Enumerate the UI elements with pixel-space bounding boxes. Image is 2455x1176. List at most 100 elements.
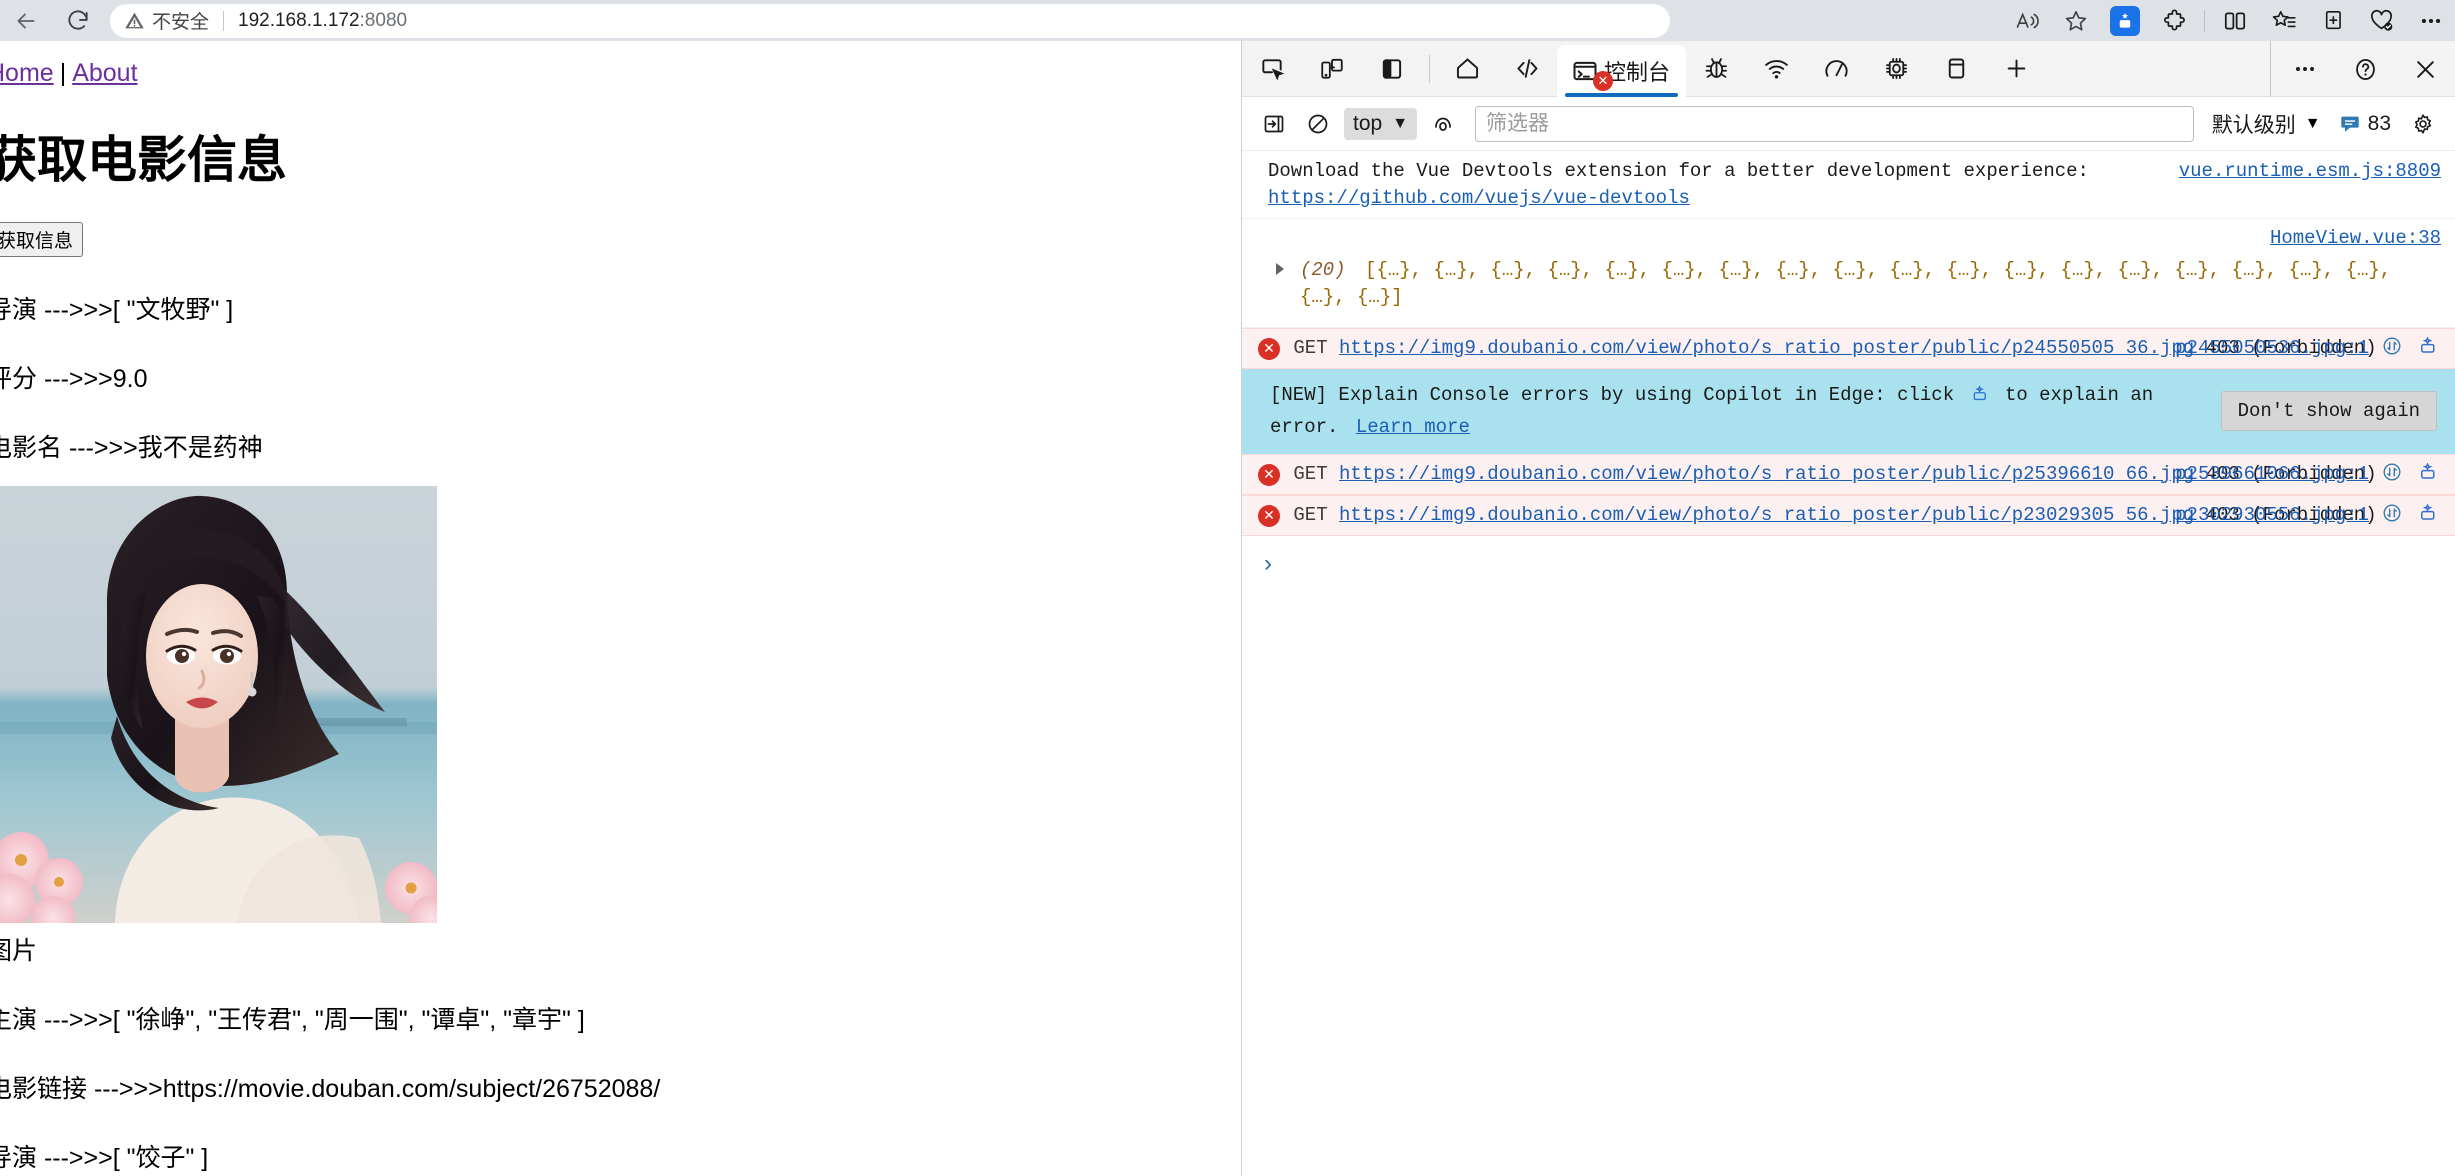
error-source-link[interactable]: p2455050536.jpg:1	[2175, 335, 2369, 362]
error-method: GET	[1293, 503, 1328, 526]
back-arrow-icon[interactable]	[0, 0, 52, 41]
dont-show-again-button[interactable]: Don't show again	[2220, 391, 2437, 432]
not-secure-warning-icon	[124, 10, 145, 31]
console-error-row[interactable]: ✕ GET https://img9.doubanio.com/view/pho…	[1242, 327, 2455, 369]
error-source-link[interactable]: p2539661066.jpg:1	[2175, 461, 2369, 488]
split-screen-icon[interactable]	[2210, 0, 2259, 41]
expand-triangle-icon[interactable]	[1276, 262, 1284, 275]
console-input-prompt[interactable]: ›	[1242, 536, 2455, 584]
memory-chip-icon[interactable]	[1866, 41, 1926, 97]
url-text: 192.168.1.172:8080	[238, 9, 408, 31]
tab-console-label: 控制台	[1604, 59, 1671, 85]
performance-gauge-icon[interactable]	[1806, 41, 1866, 97]
array-preview-row[interactable]: (20) [{…}, {…}, {…}, {…}, {…}, {…}, {…},…	[1254, 247, 2443, 321]
network-wifi-icon[interactable]	[1746, 41, 1806, 97]
poster-label: 图片	[0, 937, 38, 965]
browser-toolbar: 不安全 192.168.1.172:8080	[0, 0, 2455, 41]
source-link-vue-runtime[interactable]: vue.runtime.esm.js:8809	[2179, 158, 2441, 185]
error-circle-icon: ✕	[1258, 504, 1280, 527]
array-preview: [{…}, {…}, {…}, {…}, {…}, {…}, {…}, {…},…	[1300, 258, 2392, 308]
nav-link-about[interactable]: About	[72, 59, 137, 87]
vue-devtools-link[interactable]: https://github.com/vuejs/vue-devtools	[1268, 185, 1690, 212]
favorite-star-icon[interactable]	[2051, 0, 2100, 41]
nav-separator: |	[59, 59, 67, 87]
copilot-explain-icon[interactable]	[2417, 461, 2439, 492]
toolbar-divider	[2204, 9, 2205, 32]
message-count-value: 83	[2367, 111, 2391, 135]
movie-poster-row	[0, 464, 1240, 923]
movie-name-line: 电影名 --->>>我不是药神	[0, 434, 263, 462]
movie-rating-line: 评分 --->>>9.0	[0, 365, 148, 393]
execution-context-value: top	[1353, 111, 1383, 135]
error-method: GET	[1293, 336, 1328, 359]
clear-console-icon[interactable]	[1296, 102, 1340, 146]
learn-more-link[interactable]: Learn more	[1356, 416, 1470, 438]
site-nav: Home|About	[0, 59, 1240, 88]
devtools-tabbar-right	[2270, 41, 2455, 97]
console-error-badge: ✕	[1593, 70, 1613, 91]
copilot-explain-icon[interactable]	[2417, 335, 2439, 366]
fetch-movie-info-button[interactable]: 获取信息	[0, 222, 84, 257]
log-level-selector[interactable]: 默认级别 ▼	[2204, 109, 2329, 139]
tab-console[interactable]: ✕ 控制台	[1557, 44, 1687, 97]
console-sidebar-icon[interactable]	[1252, 102, 1296, 146]
collections-icon[interactable]	[2308, 0, 2357, 41]
add-panel-plus-icon[interactable]	[1986, 41, 2046, 97]
movie-cast-line: 主演 --->>>[ "徐峥", "王传君", "周一围", "谭卓", "章宇…	[0, 1006, 585, 1034]
copilot-hint-text: [NEW] Explain Console errors by using Co…	[1270, 381, 2205, 442]
elements-code-icon[interactable]	[1497, 41, 1557, 97]
console-error-row[interactable]: ✕ GET https://img9.doubanio.com/view/pho…	[1242, 494, 2455, 536]
message-bubble-icon	[2339, 113, 2361, 135]
reveal-in-network-icon[interactable]	[2381, 461, 2403, 492]
web-page-viewport: Home|About 获取电影信息 获取信息 导演 --->>>[ "文牧野" …	[0, 41, 1240, 1176]
live-expression-eye-icon[interactable]	[1421, 102, 1465, 146]
array-length: (20)	[1300, 258, 1346, 281]
copilot-explain-icon[interactable]	[2417, 502, 2439, 533]
movie2-director-line: 导演 --->>>[ "饺子" ]	[0, 1144, 209, 1172]
inspect-element-icon[interactable]	[1242, 41, 1302, 97]
omnibox-divider	[223, 10, 225, 31]
console-error-row[interactable]: ✕ GET https://img9.doubanio.com/view/pho…	[1242, 453, 2455, 495]
browser-toolbar-right	[2002, 0, 2455, 41]
console-filter-input[interactable]	[1475, 105, 2194, 142]
console-settings-gear-icon[interactable]	[2401, 102, 2445, 146]
copilot-hint-banner: [NEW] Explain Console errors by using Co…	[1242, 368, 2455, 454]
error-url[interactable]: https://img9.doubanio.com/view/photo/s_r…	[1339, 337, 2194, 359]
application-storage-icon[interactable]	[1926, 41, 1986, 97]
device-toolbar-icon[interactable]	[1302, 41, 1362, 97]
tabbar-divider	[1429, 54, 1430, 83]
sources-bug-icon[interactable]	[1686, 41, 1746, 97]
settings-more-icon[interactable]	[2406, 0, 2455, 41]
console-message-array[interactable]: HomeView.vue:38 (20) [{…}, {…}, {…}, {…}…	[1242, 219, 2455, 328]
favorites-list-icon[interactable]	[2259, 0, 2308, 41]
reload-icon[interactable]	[52, 0, 104, 41]
error-url[interactable]: https://img9.doubanio.com/view/photo/s_r…	[1339, 463, 2194, 485]
dock-side-icon[interactable]	[1362, 41, 1422, 97]
message-count[interactable]: 83	[2329, 112, 2401, 136]
read-aloud-icon[interactable]	[2002, 0, 2051, 41]
error-source-link[interactable]: p2302930556.jpg:1	[2175, 502, 2369, 529]
error-url[interactable]: https://img9.doubanio.com/view/photo/s_r…	[1339, 504, 2194, 526]
close-devtools-icon[interactable]	[2395, 41, 2455, 97]
devtools-tab-bar: ✕ 控制台	[1242, 41, 2455, 97]
chevron-down-icon: ▼	[1392, 114, 1409, 132]
copilot-icon[interactable]	[2110, 5, 2140, 36]
nav-link-home[interactable]: Home	[0, 59, 54, 87]
tab-active-indicator	[1565, 92, 1679, 97]
page-content: Home|About 获取电影信息 获取信息 导演 --->>>[ "文牧野" …	[0, 41, 1240, 1176]
movie-director-line: 导演 --->>>[ "文牧野" ]	[0, 296, 234, 324]
execution-context-selector[interactable]: top ▼	[1344, 107, 1418, 140]
reveal-in-network-icon[interactable]	[2381, 335, 2403, 366]
error-circle-icon: ✕	[1258, 337, 1280, 360]
address-bar[interactable]: 不安全 192.168.1.172:8080	[110, 3, 1670, 38]
log-level-value: 默认级别	[2211, 113, 2296, 137]
browser-essentials-icon[interactable]	[2357, 0, 2406, 41]
extensions-icon[interactable]	[2150, 0, 2199, 41]
console-message-vue-devtools[interactable]: Download the Vue Devtools extension for …	[1242, 152, 2455, 219]
console-messages[interactable]: Download the Vue Devtools extension for …	[1242, 152, 2455, 1176]
help-question-icon[interactable]	[2335, 41, 2395, 97]
welcome-home-icon[interactable]	[1437, 41, 1497, 97]
reveal-in-network-icon[interactable]	[2381, 502, 2403, 533]
not-secure-label: 不安全	[152, 12, 210, 33]
more-options-icon[interactable]	[2275, 41, 2335, 97]
